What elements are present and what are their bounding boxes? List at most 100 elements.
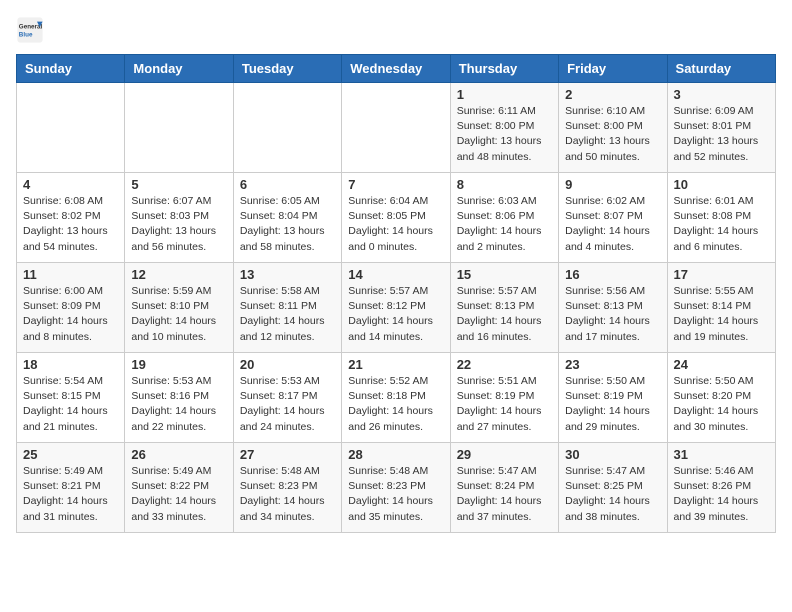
day-number: 15 [457, 267, 552, 282]
calendar-cell: 26Sunrise: 5:49 AM Sunset: 8:22 PM Dayli… [125, 443, 233, 533]
calendar-cell: 12 Sunrise: 5:59 AM Sunset: 8:10 PM Dayli… [125, 263, 233, 353]
day-info: Sunrise: 6:09 AM Sunset: 8:01 PM Dayligh… [674, 104, 769, 165]
day-info: Sunrise: 5:51 AM Sunset: 8:19 PM Dayligh… [457, 374, 552, 435]
day-number: 13 [240, 267, 335, 282]
day-number: 23 [565, 357, 660, 372]
calendar-cell: 9Sunrise: 6:02 AM Sunset: 8:07 PM Daylig… [559, 173, 667, 263]
logo-icon: General Blue [16, 16, 44, 44]
day-number: 20 [240, 357, 335, 372]
svg-text:Blue: Blue [19, 31, 33, 38]
day-number: 14 [348, 267, 443, 282]
calendar-cell: 6 Sunrise: 6:05 AM Sunset: 8:04 PM Daylig… [233, 173, 341, 263]
day-info: Sunrise: 5:57 AM Sunset: 8:13 PM Dayligh… [457, 284, 552, 345]
calendar-cell: 25Sunrise: 5:49 AM Sunset: 8:21 PM Dayli… [17, 443, 125, 533]
day-info: Sunrise: 6:11 AM Sunset: 8:00 PM Dayligh… [457, 104, 552, 165]
day-info: Sunrise: 6:01 AM Sunset: 8:08 PM Dayligh… [674, 194, 769, 255]
day-number: 10 [674, 177, 769, 192]
day-info: Sunrise: 6:08 AM Sunset: 8:02 PM Dayligh… [23, 194, 118, 255]
day-info: Sunrise: 6:03 AM Sunset: 8:06 PM Dayligh… [457, 194, 552, 255]
calendar-cell: 18 Sunrise: 5:54 AM Sunset: 8:15 PM Dayli… [17, 353, 125, 443]
day-info: Sunrise: 6:07 AM Sunset: 8:03 PM Dayligh… [131, 194, 226, 255]
week-row-2: 4 Sunrise: 6:08 AM Sunset: 8:02 PM Daylig… [17, 173, 776, 263]
day-info: Sunrise: 6:05 AM Sunset: 8:04 PM Dayligh… [240, 194, 335, 255]
weekday-header-tuesday: Tuesday [233, 55, 341, 83]
day-info: Sunrise: 5:49 AM Sunset: 8:22 PM Dayligh… [131, 464, 226, 525]
day-info: Sunrise: 5:50 AM Sunset: 8:19 PM Dayligh… [565, 374, 660, 435]
weekday-header-saturday: Saturday [667, 55, 775, 83]
day-info: Sunrise: 5:55 AM Sunset: 8:14 PM Dayligh… [674, 284, 769, 345]
day-info: Sunrise: 5:47 AM Sunset: 8:24 PM Dayligh… [457, 464, 552, 525]
day-number: 12 [131, 267, 226, 282]
day-number: 17 [674, 267, 769, 282]
calendar-cell: 4 Sunrise: 6:08 AM Sunset: 8:02 PM Daylig… [17, 173, 125, 263]
day-info: Sunrise: 5:53 AM Sunset: 8:17 PM Dayligh… [240, 374, 335, 435]
day-number: 16 [565, 267, 660, 282]
week-row-5: 25Sunrise: 5:49 AM Sunset: 8:21 PM Dayli… [17, 443, 776, 533]
calendar-cell: 10 Sunrise: 6:01 AM Sunset: 8:08 PM Dayli… [667, 173, 775, 263]
weekday-header-row: SundayMondayTuesdayWednesdayThursdayFrid… [17, 55, 776, 83]
logo: General Blue [16, 16, 48, 44]
week-row-4: 18 Sunrise: 5:54 AM Sunset: 8:15 PM Dayli… [17, 353, 776, 443]
weekday-header-sunday: Sunday [17, 55, 125, 83]
day-number: 8 [457, 177, 552, 192]
calendar-table: SundayMondayTuesdayWednesdayThursdayFrid… [16, 54, 776, 533]
day-number: 7 [348, 177, 443, 192]
day-info: Sunrise: 5:58 AM Sunset: 8:11 PM Dayligh… [240, 284, 335, 345]
day-info: Sunrise: 5:54 AM Sunset: 8:15 PM Dayligh… [23, 374, 118, 435]
calendar-cell: 21Sunrise: 5:52 AM Sunset: 8:18 PM Dayli… [342, 353, 450, 443]
day-number: 25 [23, 447, 118, 462]
calendar-cell: 31 Sunrise: 5:46 AM Sunset: 8:26 PM Dayli… [667, 443, 775, 533]
calendar-cell: 22 Sunrise: 5:51 AM Sunset: 8:19 PM Dayli… [450, 353, 558, 443]
day-info: Sunrise: 5:52 AM Sunset: 8:18 PM Dayligh… [348, 374, 443, 435]
day-info: Sunrise: 6:02 AM Sunset: 8:07 PM Dayligh… [565, 194, 660, 255]
day-info: Sunrise: 6:10 AM Sunset: 8:00 PM Dayligh… [565, 104, 660, 165]
day-info: Sunrise: 5:56 AM Sunset: 8:13 PM Dayligh… [565, 284, 660, 345]
page-header: General Blue [16, 16, 776, 44]
week-row-3: 11 Sunrise: 6:00 AM Sunset: 8:09 PM Dayli… [17, 263, 776, 353]
calendar-cell: 20 Sunrise: 5:53 AM Sunset: 8:17 PM Dayli… [233, 353, 341, 443]
weekday-header-thursday: Thursday [450, 55, 558, 83]
day-number: 22 [457, 357, 552, 372]
day-number: 3 [674, 87, 769, 102]
calendar-cell: 1 Sunrise: 6:11 AM Sunset: 8:00 PM Daylig… [450, 83, 558, 173]
weekday-header-monday: Monday [125, 55, 233, 83]
day-number: 28 [348, 447, 443, 462]
calendar-cell: 28 Sunrise: 5:48 AM Sunset: 8:23 PM Dayli… [342, 443, 450, 533]
day-info: Sunrise: 6:04 AM Sunset: 8:05 PM Dayligh… [348, 194, 443, 255]
day-number: 31 [674, 447, 769, 462]
day-number: 29 [457, 447, 552, 462]
calendar-cell: 11 Sunrise: 6:00 AM Sunset: 8:09 PM Dayli… [17, 263, 125, 353]
day-info: Sunrise: 5:59 AM Sunset: 8:10 PM Dayligh… [131, 284, 226, 345]
day-number: 1 [457, 87, 552, 102]
calendar-cell [125, 83, 233, 173]
calendar-cell [342, 83, 450, 173]
day-info: Sunrise: 5:46 AM Sunset: 8:26 PM Dayligh… [674, 464, 769, 525]
calendar-cell: 2 Sunrise: 6:10 AM Sunset: 8:00 PM Daylig… [559, 83, 667, 173]
day-info: Sunrise: 5:57 AM Sunset: 8:12 PM Dayligh… [348, 284, 443, 345]
day-number: 6 [240, 177, 335, 192]
day-info: Sunrise: 6:00 AM Sunset: 8:09 PM Dayligh… [23, 284, 118, 345]
day-number: 11 [23, 267, 118, 282]
day-info: Sunrise: 5:50 AM Sunset: 8:20 PM Dayligh… [674, 374, 769, 435]
day-info: Sunrise: 5:53 AM Sunset: 8:16 PM Dayligh… [131, 374, 226, 435]
calendar-cell: 24 Sunrise: 5:50 AM Sunset: 8:20 PM Dayli… [667, 353, 775, 443]
day-number: 19 [131, 357, 226, 372]
day-info: Sunrise: 5:48 AM Sunset: 8:23 PM Dayligh… [348, 464, 443, 525]
calendar-cell: 13 Sunrise: 5:58 AM Sunset: 8:11 PM Dayli… [233, 263, 341, 353]
weekday-header-friday: Friday [559, 55, 667, 83]
day-number: 2 [565, 87, 660, 102]
calendar-cell: 15 Sunrise: 5:57 AM Sunset: 8:13 PM Dayli… [450, 263, 558, 353]
calendar-cell: 14 Sunrise: 5:57 AM Sunset: 8:12 PM Dayli… [342, 263, 450, 353]
day-number: 30 [565, 447, 660, 462]
calendar-cell: 16 Sunrise: 5:56 AM Sunset: 8:13 PM Dayli… [559, 263, 667, 353]
calendar-cell: 30Sunrise: 5:47 AM Sunset: 8:25 PM Dayli… [559, 443, 667, 533]
day-number: 5 [131, 177, 226, 192]
calendar-cell: 19 Sunrise: 5:53 AM Sunset: 8:16 PM Dayli… [125, 353, 233, 443]
day-info: Sunrise: 5:48 AM Sunset: 8:23 PM Dayligh… [240, 464, 335, 525]
calendar-cell: 23 Sunrise: 5:50 AM Sunset: 8:19 PM Dayli… [559, 353, 667, 443]
calendar-cell: 3 Sunrise: 6:09 AM Sunset: 8:01 PM Daylig… [667, 83, 775, 173]
calendar-cell [233, 83, 341, 173]
day-number: 18 [23, 357, 118, 372]
day-number: 4 [23, 177, 118, 192]
day-number: 24 [674, 357, 769, 372]
